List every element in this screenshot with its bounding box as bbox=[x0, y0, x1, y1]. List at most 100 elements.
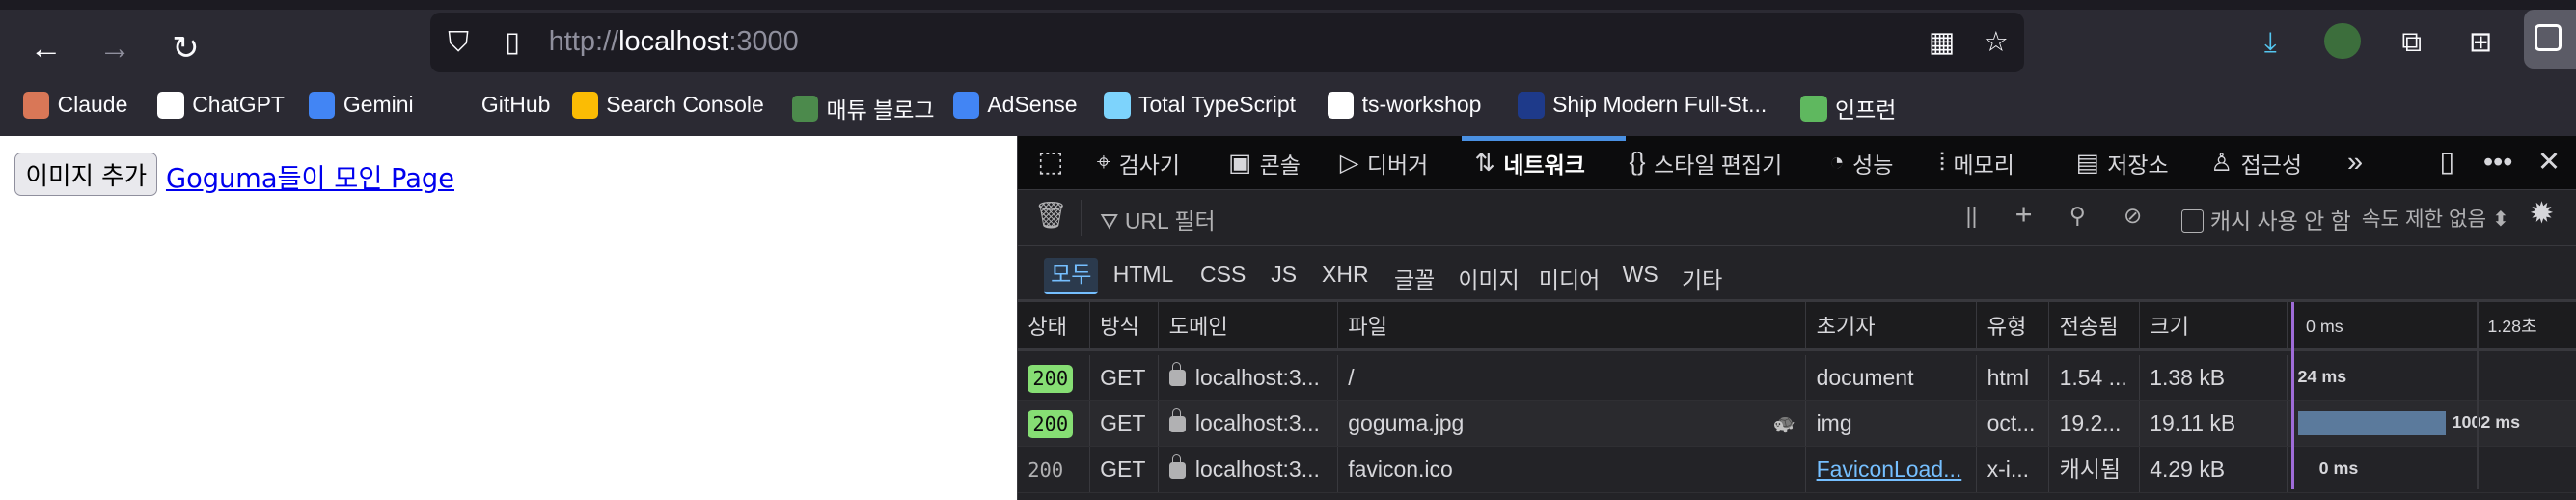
url-filter-input[interactable]: ⛛ URL 필터 bbox=[1100, 203, 1937, 236]
bookmark-4[interactable]: Search Console bbox=[571, 92, 764, 119]
type-filter-1[interactable]: HTML bbox=[1113, 262, 1174, 288]
bookmark-10[interactable]: 인프런 bbox=[1800, 92, 1896, 125]
close-icon[interactable]: ✕ bbox=[2530, 143, 2569, 182]
bookmark-8[interactable]: ts-workshop bbox=[1327, 92, 1481, 119]
column-header[interactable]: 방식 bbox=[1090, 302, 1160, 349]
selected-tab-indicator bbox=[1461, 136, 1627, 142]
column-header[interactable]: 유형 bbox=[1977, 302, 2050, 349]
bookmark-label: Gemini bbox=[343, 92, 414, 118]
lock-icon bbox=[1168, 454, 1186, 479]
tab-label: 검사기 bbox=[1118, 152, 1181, 178]
checkbox-icon bbox=[2180, 208, 2205, 233]
column-header[interactable]: 초기자 bbox=[1806, 302, 1978, 349]
tab-accessibility[interactable]: ♙ 접근성 bbox=[2210, 147, 2302, 180]
column-header[interactable]: 전송됨 bbox=[2049, 302, 2141, 349]
cell-type: html bbox=[1977, 354, 2050, 401]
back-button[interactable]: ← bbox=[23, 26, 69, 72]
bookmark-9[interactable]: Ship Modern Full-St... bbox=[1518, 92, 1768, 119]
cell-initiator: document bbox=[1806, 354, 1978, 401]
more-options-icon[interactable]: ••• bbox=[2479, 143, 2518, 182]
download-icon[interactable]: ⤓ bbox=[2251, 23, 2290, 63]
type-filter-3[interactable]: JS bbox=[1271, 262, 1297, 288]
storage-icon: ▤ bbox=[2075, 149, 2099, 177]
cell-domain: localhost:3... bbox=[1159, 447, 1339, 492]
dock-icon[interactable]: ▯ bbox=[2427, 143, 2467, 182]
cell-status: 200 bbox=[1018, 447, 1090, 492]
disable-cache-label: 캐시 사용 안 함 bbox=[2209, 208, 2351, 235]
throttle-select[interactable]: 속도 제한 없음 ⬍ bbox=[2362, 203, 2509, 233]
transferred-value: 19.2... bbox=[2059, 410, 2122, 436]
tab-performance[interactable]: ◔ 성능 bbox=[1829, 147, 1893, 180]
sidebar-button[interactable] bbox=[2523, 10, 2576, 69]
table-row[interactable]: 200 GET localhost:3... favicon.ico FaviconLo… bbox=[1018, 447, 2576, 493]
cell-status: 200 bbox=[1018, 354, 1090, 401]
apps-icon[interactable]: ⊞ bbox=[2461, 23, 2501, 63]
type-value: oct... bbox=[1987, 410, 2036, 436]
disable-cache-checkbox[interactable]: 캐시 사용 안 함 bbox=[2180, 203, 2351, 236]
shield-icon[interactable]: ⛉ bbox=[439, 23, 479, 63]
bookmark-7[interactable]: Total TypeScript bbox=[1104, 92, 1296, 119]
bookmark-label: Search Console bbox=[606, 92, 764, 118]
cell-status: 200 bbox=[1018, 401, 1090, 447]
bookmark-0[interactable]: Claude bbox=[22, 92, 127, 119]
tab-console[interactable]: ▣ 콘솔 bbox=[1228, 147, 1301, 180]
plus-icon[interactable]: + bbox=[2015, 198, 2033, 232]
element-picker-icon[interactable]: ⬚ bbox=[1031, 143, 1071, 182]
column-header[interactable]: 상태 bbox=[1018, 302, 1090, 349]
table-row[interactable]: 200 GET localhost:3... / document html 1.54 ..… bbox=[1018, 354, 2576, 402]
chatgpt-icon bbox=[157, 92, 184, 119]
avatar[interactable] bbox=[2324, 22, 2361, 60]
more-tabs-icon[interactable]: » bbox=[2336, 143, 2375, 182]
block-icon[interactable]: ⊘ bbox=[2124, 203, 2142, 229]
performance-icon: ◔ bbox=[1829, 149, 1845, 177]
type-filter-8[interactable]: WS bbox=[1623, 262, 1658, 288]
page-link[interactable]: Goguma들이 모인 Page bbox=[166, 156, 454, 195]
url-port: :3000 bbox=[728, 26, 799, 57]
search-icon[interactable]: ⚲ bbox=[2069, 203, 2086, 229]
tab-label: 성능 bbox=[1852, 152, 1894, 178]
pause-icon[interactable]: || bbox=[1966, 203, 1978, 229]
cell-initiator: img bbox=[1806, 401, 1978, 447]
bookmark-2[interactable]: Gemini bbox=[309, 92, 414, 119]
tab-inspector[interactable]: ⌖ 검사기 bbox=[1097, 147, 1180, 180]
initiator-value[interactable]: FaviconLoad... bbox=[1817, 457, 1962, 482]
column-header[interactable]: 크기 bbox=[2140, 302, 2288, 349]
cell-initiator: FaviconLoad... bbox=[1806, 447, 1978, 492]
bookmark-label: AdSense bbox=[987, 92, 1078, 118]
add-image-button[interactable]: 이미지 추가 bbox=[14, 153, 158, 196]
forward-button[interactable]: → bbox=[92, 26, 138, 72]
type-filter-5[interactable]: 글꼴 bbox=[1394, 262, 1435, 294]
type-filter-7[interactable]: 미디어 bbox=[1539, 262, 1600, 294]
type-filter-0[interactable]: 모두 bbox=[1044, 258, 1099, 294]
tab-memory[interactable]: ⦙ 메모리 bbox=[1939, 147, 2014, 180]
extensions-icon[interactable]: ⧉ bbox=[2392, 23, 2431, 63]
type-filter-bar: 모두 HTML CSS JS XHR 글꼴 이미지 미디어 WS 기타 bbox=[1018, 246, 2576, 303]
cell-size: 4.29 kB bbox=[2140, 447, 2288, 492]
bookmark-5[interactable]: 매튜 블로그 bbox=[791, 92, 935, 125]
type-filter-4[interactable]: XHR bbox=[1322, 262, 1369, 288]
tab-debugger[interactable]: ▷ 디버거 bbox=[1340, 147, 1429, 180]
trash-icon[interactable]: 🗑 bbox=[1034, 200, 1068, 231]
tab-network[interactable]: ⇅ 네트워크 bbox=[1474, 147, 1584, 180]
column-header[interactable]: 도메인 bbox=[1159, 302, 1339, 349]
settings-gear-icon[interactable]: ✹ bbox=[2530, 197, 2555, 231]
bookmark-label: Ship Modern Full-St... bbox=[1552, 92, 1768, 118]
waterfall-start-label: 0 ms bbox=[2306, 317, 2343, 337]
type-filter-9[interactable]: 기타 bbox=[1682, 262, 1722, 294]
reload-button[interactable]: ↻ bbox=[163, 26, 209, 72]
star-icon[interactable]: ☆ bbox=[1976, 23, 2015, 63]
tab-style-editor[interactable]: {} 스타일 편집기 bbox=[1629, 147, 1782, 180]
type-filter-2[interactable]: CSS bbox=[1200, 262, 1246, 288]
url-text[interactable]: http://localhost:3000 bbox=[549, 26, 799, 58]
page-icon: ▯ bbox=[505, 26, 521, 58]
qr-code-icon[interactable]: ▦ bbox=[1922, 23, 1961, 63]
type-filter-6[interactable]: 이미지 bbox=[1458, 262, 1519, 294]
bookmark-1[interactable]: ChatGPT bbox=[157, 92, 285, 119]
tab-storage[interactable]: ▤ 저장소 bbox=[2076, 147, 2169, 180]
table-row[interactable]: 200 GET localhost:3... goguma.jpg 🐢 img oct...… bbox=[1018, 401, 2576, 448]
column-header[interactable]: 파일 bbox=[1338, 302, 1807, 349]
bookmark-6[interactable]: AdSense bbox=[952, 92, 1078, 119]
url-bar[interactable]: ⛉ ▯ http://localhost:3000 ▦ ☆ bbox=[430, 13, 2024, 72]
table-header: 상태 방식 도메인 파일 초기자 유형 전송됨 크기 0 ms 1.28초 bbox=[1018, 302, 2576, 352]
bookmark-3[interactable]: GitHub bbox=[447, 92, 551, 118]
